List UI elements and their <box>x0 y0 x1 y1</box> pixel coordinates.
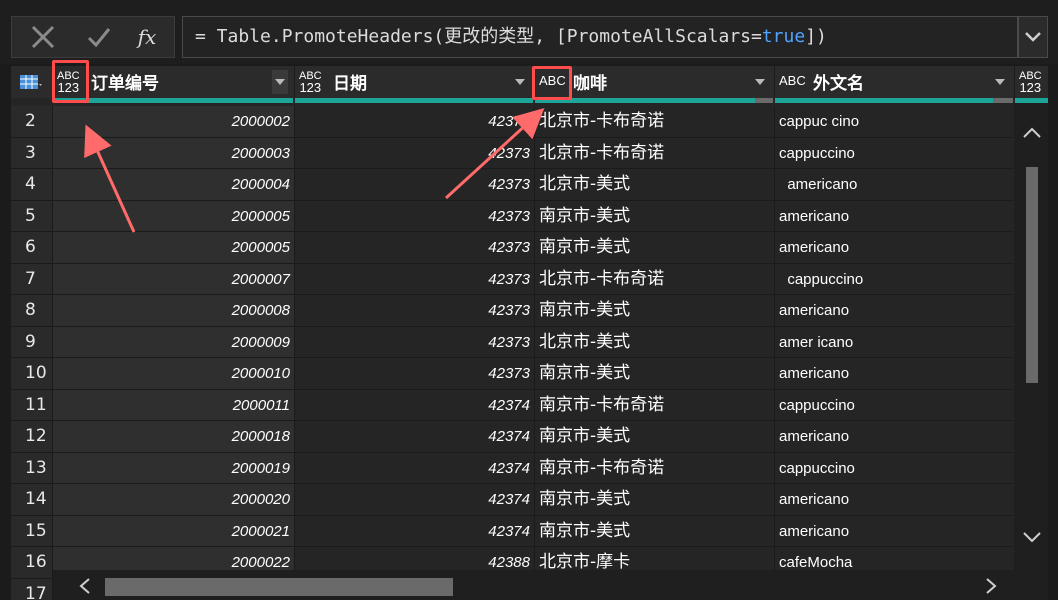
arrow-right <box>444 107 545 200</box>
annotation-arrows <box>84 107 545 233</box>
arrow-left <box>84 124 136 233</box>
